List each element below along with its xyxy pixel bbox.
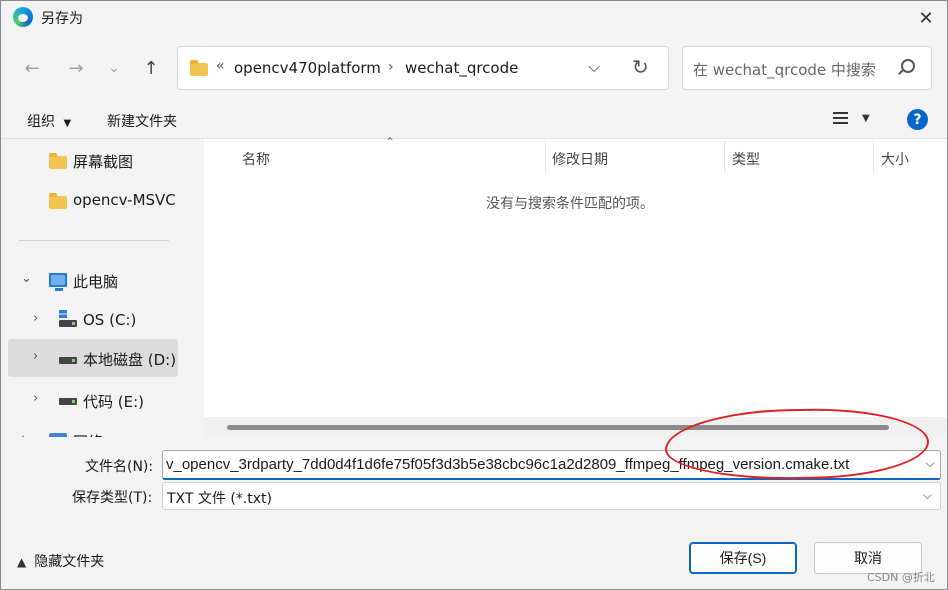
organize-label: 组织 (27, 114, 55, 130)
search-placeholder: 在 wechat_qrcode 中搜索 (693, 61, 876, 79)
sidebar-item-label: 屏幕截图 (73, 153, 134, 171)
sidebar-item-label: 本地磁盘 (D:) (83, 351, 177, 369)
chevron-down-icon[interactable]: ⌄ (21, 271, 32, 286)
dialog-footer: ▲ 隐藏文件夹 保存(S) 取消 CSDN @折北 (1, 521, 947, 589)
drive-icon (59, 357, 77, 364)
windows-logo-icon (59, 310, 67, 318)
hide-folders-toggle[interactable]: ▲ 隐藏文件夹 (17, 551, 104, 571)
edge-browser-icon (13, 7, 33, 27)
chevron-down-icon: ⌵ (922, 488, 932, 502)
network-icon (49, 433, 67, 437)
chevron-down-icon[interactable]: ⌵ (923, 456, 937, 476)
filename-value: v_opencv_3rdparty_7dd0d4f1d6fe75f05f3d3b… (166, 456, 850, 473)
column-divider[interactable] (873, 141, 874, 173)
new-folder-button[interactable]: 新建文件夹 (107, 111, 177, 131)
empty-results-message: 没有与搜索条件匹配的项。 (486, 196, 654, 212)
sidebar-item-screenshots[interactable]: 屏幕截图 (1, 141, 181, 179)
close-button[interactable]: ✕ (905, 1, 947, 35)
sidebar-item-network[interactable]: › 网络 (1, 421, 181, 437)
organize-menu[interactable]: 组织 ▼ (27, 111, 71, 131)
sort-ascending-icon: ⌃ (385, 135, 396, 149)
arrow-up-icon: ↑ (143, 57, 159, 79)
navigation-bar: ← → ⌄ ↑ « opencv470platform › wechat_qrc… (1, 35, 947, 99)
chevron-down-icon: ⌄ (108, 60, 120, 76)
refresh-button[interactable]: ↻ (632, 55, 649, 79)
refresh-icon: ↻ (632, 55, 649, 79)
view-list-icon[interactable] (833, 112, 848, 124)
sidebar-divider (19, 240, 169, 241)
breadcrumb-overflow[interactable]: « (216, 58, 225, 74)
file-list: ⌃ 名称 修改日期 类型 大小 没有与搜索条件匹配的项。 (204, 135, 947, 437)
address-history-button[interactable]: ⌵ (588, 57, 600, 77)
sidebar-item-drive-c[interactable]: › OS (C:) (1, 301, 181, 339)
forward-button[interactable]: → (63, 55, 89, 81)
column-divider[interactable] (724, 141, 725, 173)
address-bar[interactable]: « opencv470platform › wechat_qrcode ⌵ ↻ (177, 46, 669, 90)
column-divider[interactable] (545, 141, 546, 173)
filename-label: 文件名(N): (85, 459, 154, 475)
column-header-name[interactable]: 名称 (242, 149, 270, 169)
computer-icon (49, 273, 67, 291)
sidebar-item-label: opencv-MSVC (73, 191, 176, 209)
sidebar-item-label: OS (C:) (83, 311, 137, 329)
drive-icon (59, 320, 77, 327)
recent-locations-button[interactable]: ⌄ (101, 55, 127, 81)
save-as-dialog: 另存为 ✕ ← → ⌄ ↑ « opencv470platform › wech… (0, 0, 948, 590)
filetype-label: 保存类型(T): (72, 490, 153, 506)
filename-field[interactable]: v_opencv_3rdparty_7dd0d4f1d6fe75f05f3d3b… (162, 450, 941, 480)
sidebar-item-label: 网络 (73, 431, 103, 437)
folder-icon (49, 193, 67, 209)
save-button[interactable]: 保存(S) (689, 542, 797, 574)
help-icon[interactable]: ? (907, 109, 928, 130)
column-header-type[interactable]: 类型 (732, 149, 760, 169)
filetype-select[interactable]: TXT 文件 (*.txt) ⌵ (162, 482, 941, 510)
window-title: 另存为 (41, 11, 83, 27)
hide-folders-label: 隐藏文件夹 (34, 554, 105, 570)
view-options-caret-icon[interactable]: ▼ (862, 113, 870, 124)
close-icon: ✕ (918, 7, 934, 29)
horizontal-scrollbar[interactable] (204, 417, 947, 437)
sidebar-item-opencv-msvc[interactable]: opencv-MSVC (1, 181, 181, 219)
column-header-date-modified[interactable]: 修改日期 (552, 149, 608, 169)
filetype-value: TXT 文件 (*.txt) (167, 491, 272, 507)
sidebar-item-label: 代码 (E:) (83, 393, 145, 411)
arrow-right-icon: → (68, 57, 84, 79)
title-bar: 另存为 ✕ (1, 1, 947, 35)
sidebar-item-label: 此电脑 (73, 273, 119, 291)
search-input[interactable]: 在 wechat_qrcode 中搜索 (682, 46, 932, 90)
breadcrumb-item-wechat-qrcode[interactable]: wechat_qrcode (405, 59, 518, 77)
command-bar: 组织 ▼ 新建文件夹 ▼ ? (1, 99, 947, 139)
back-button[interactable]: ← (19, 55, 45, 81)
caret-down-icon: ▼ (63, 118, 72, 129)
scrollbar-thumb[interactable] (227, 425, 889, 430)
sidebar-item-this-pc[interactable]: ⌄ 此电脑 (1, 261, 181, 299)
chevron-up-icon: ▲ (17, 555, 27, 569)
chevron-right-icon[interactable]: › (388, 59, 394, 75)
folder-icon (49, 153, 67, 169)
sidebar-item-drive-e[interactable]: › 代码 (E:) (1, 381, 181, 419)
navigation-pane: 屏幕截图 opencv-MSVC ⌄ 此电脑 › OS (C:) › 本地磁盘 … (1, 139, 181, 437)
chevron-right-icon[interactable]: › (33, 349, 38, 364)
watermark: CSDN @折北 (867, 571, 935, 584)
chevron-right-icon[interactable]: › (21, 431, 26, 437)
arrow-left-icon: ← (24, 57, 40, 79)
chevron-right-icon[interactable]: › (33, 391, 38, 406)
search-icon[interactable] (901, 59, 915, 73)
column-header-size[interactable]: 大小 (881, 149, 909, 169)
chevron-right-icon[interactable]: › (33, 311, 38, 326)
up-button[interactable]: ↑ (138, 55, 164, 81)
folder-icon (190, 60, 208, 76)
chevron-down-icon: ⌵ (588, 57, 601, 76)
drive-icon (59, 398, 77, 405)
sidebar-item-drive-d[interactable]: › 本地磁盘 (D:) (8, 339, 178, 377)
breadcrumb-item-opencv470platform[interactable]: opencv470platform (234, 59, 381, 77)
